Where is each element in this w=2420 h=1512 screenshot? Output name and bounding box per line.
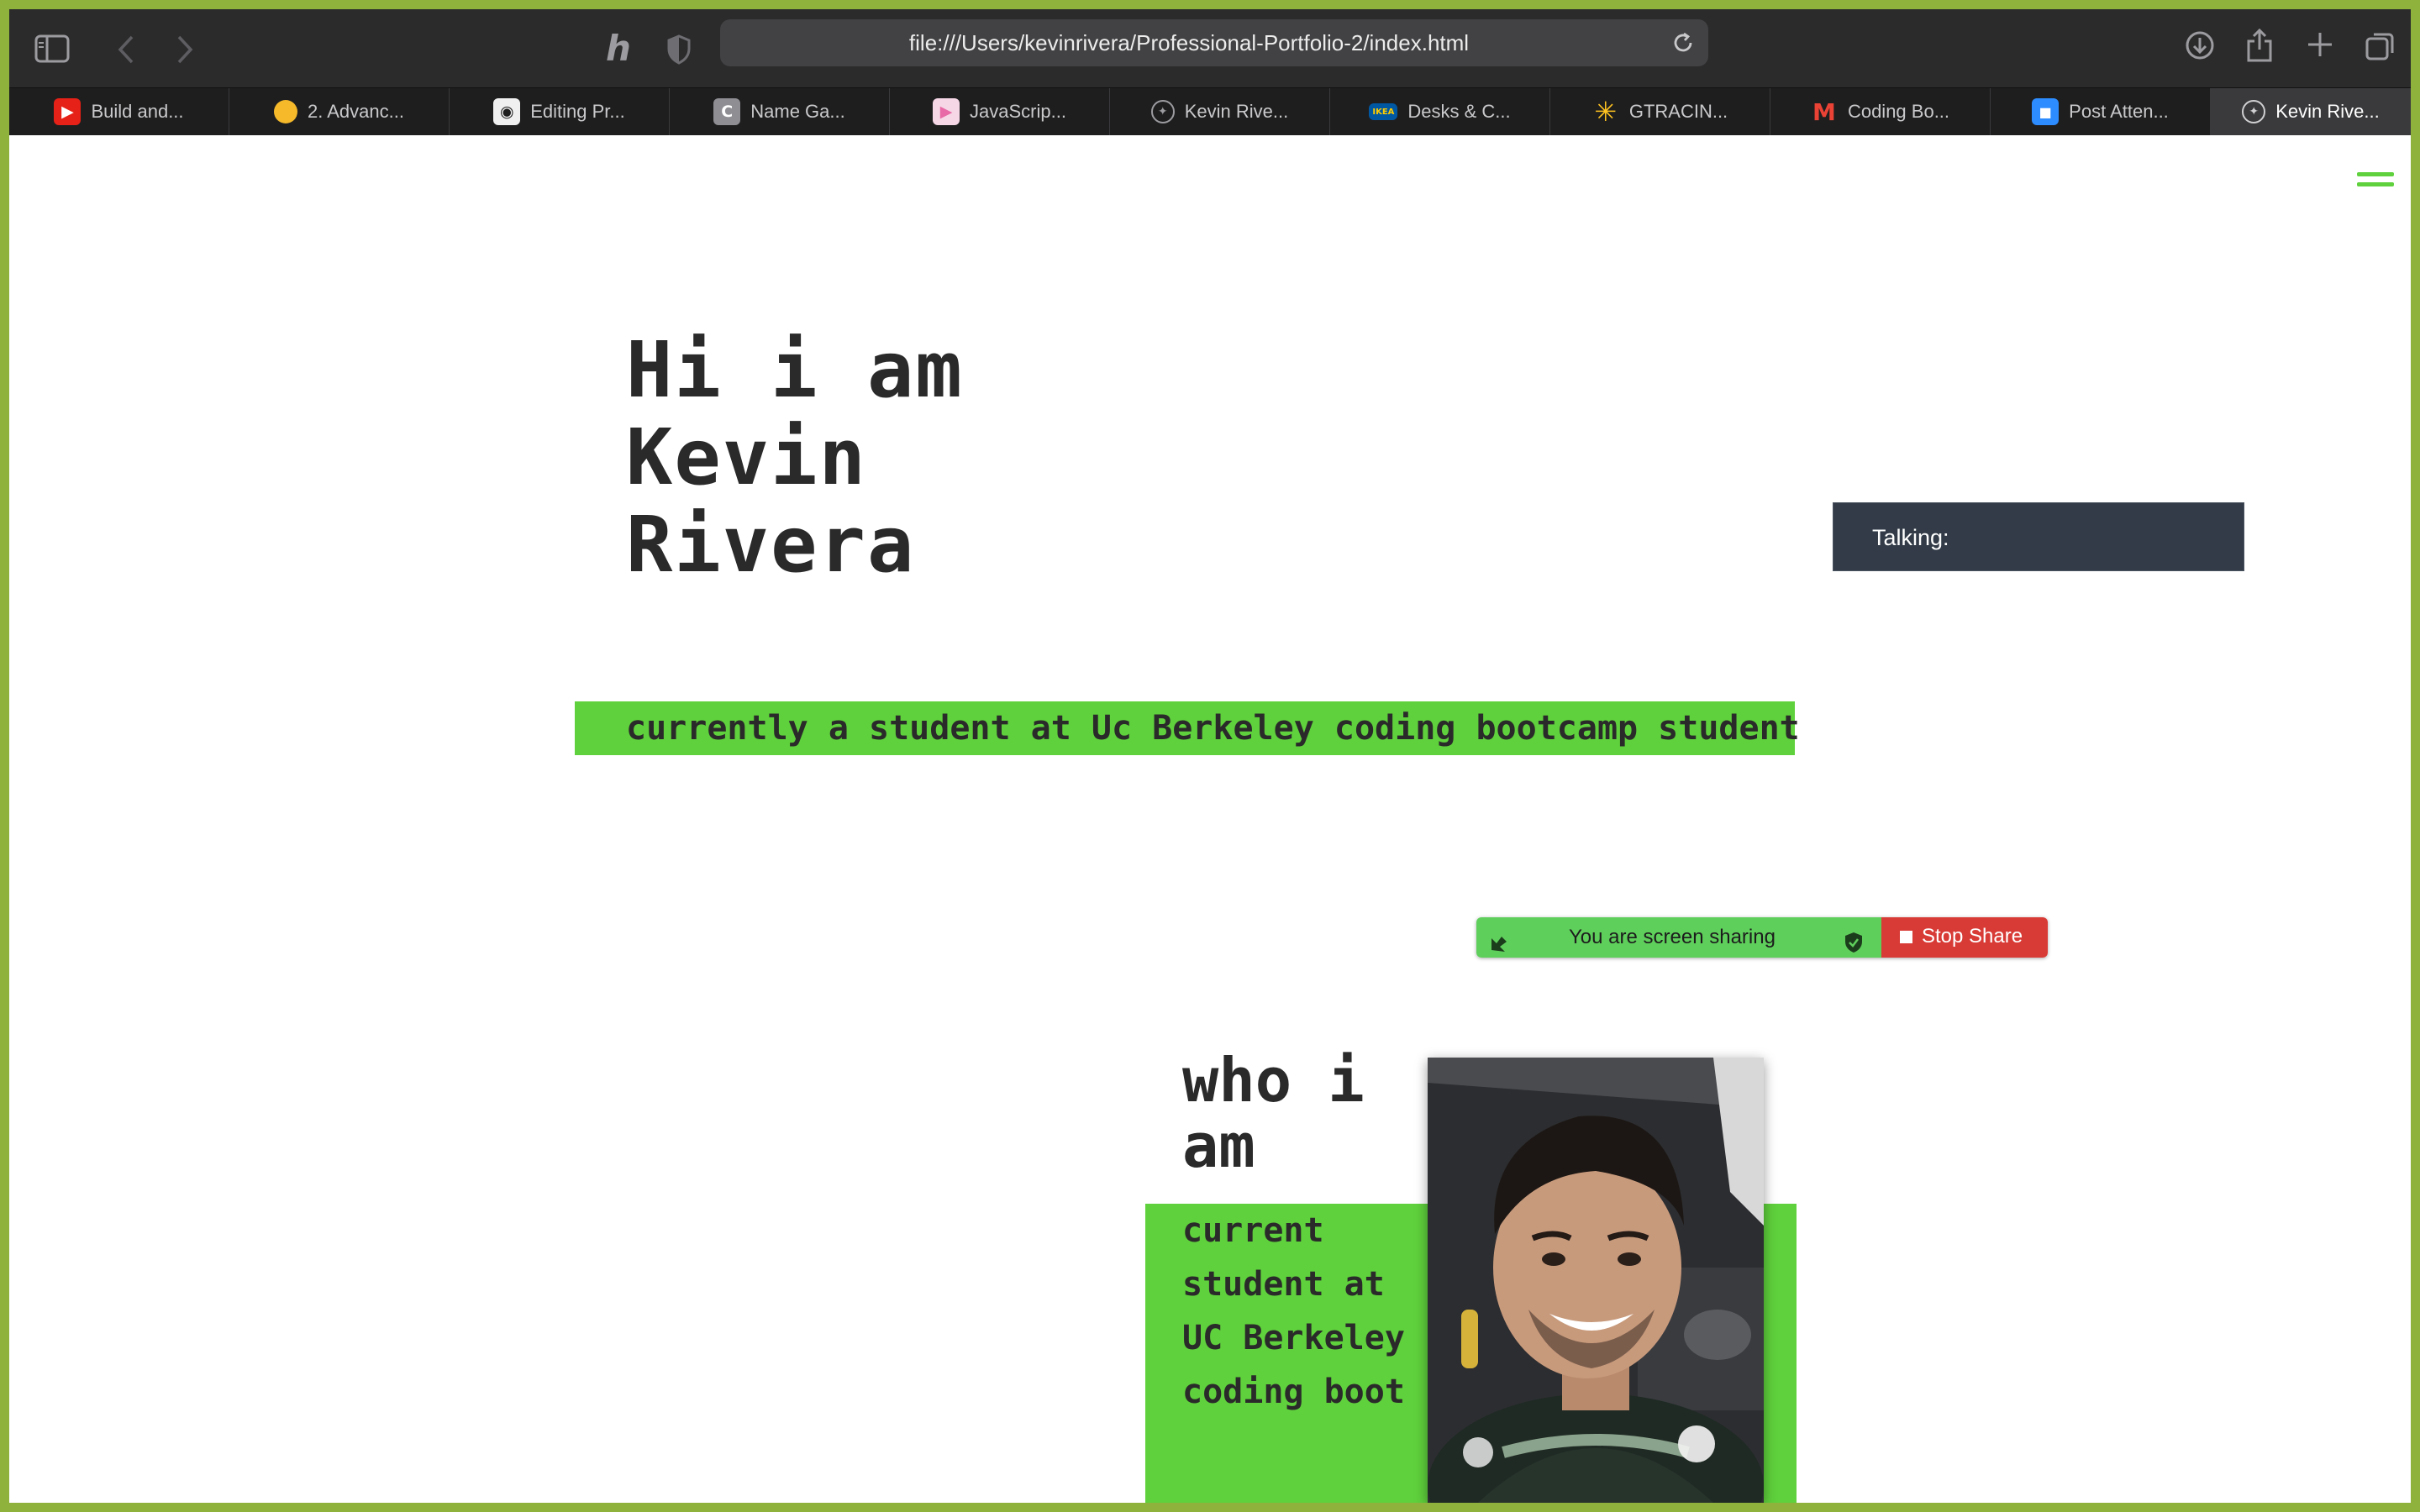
tab-label: JavaScrip... bbox=[970, 101, 1066, 122]
tab-editing[interactable]: ◉ Editing Pr... bbox=[450, 88, 670, 135]
tab-advanced[interactable]: 2. Advanc... bbox=[229, 88, 450, 135]
privacy-shield-icon[interactable] bbox=[666, 34, 692, 65]
tab-name-game[interactable]: C Name Ga... bbox=[670, 88, 890, 135]
gmail-icon: M bbox=[1812, 97, 1836, 126]
tab-gtracing[interactable]: ✳ GTRACIN... bbox=[1550, 88, 1770, 135]
browser-toolbar: h file:///Users/kevinrivera/Professional… bbox=[9, 9, 2411, 87]
tab-label: 2. Advanc... bbox=[308, 101, 404, 122]
share-icon[interactable] bbox=[2246, 28, 2273, 63]
reload-icon[interactable] bbox=[1671, 31, 1695, 59]
security-shield-icon bbox=[1844, 927, 1864, 958]
url-text[interactable]: file:///Users/kevinrivera/Professional-P… bbox=[720, 19, 1658, 66]
tab-label: Post Atten... bbox=[2069, 101, 2169, 122]
hero-title: Hi i am Kevin Rivera bbox=[626, 325, 964, 590]
screen-share-bar: You are screen sharing Stop Share bbox=[1476, 917, 2048, 958]
tab-kevin-rivera-active[interactable]: ✦ Kevin Rive... bbox=[2211, 88, 2411, 135]
ikea-icon: IKEA bbox=[1369, 103, 1398, 120]
github-icon: ◉ bbox=[493, 98, 521, 125]
course-icon bbox=[274, 100, 298, 123]
tab-label: Kevin Rive... bbox=[2275, 101, 2380, 122]
compass-icon: ✦ bbox=[1150, 100, 1175, 123]
browser-window: h file:///Users/kevinrivera/Professional… bbox=[9, 9, 2411, 1503]
tab-desks[interactable]: IKEA Desks & C... bbox=[1330, 88, 1550, 135]
tab-label: Build and... bbox=[91, 101, 184, 122]
back-icon[interactable] bbox=[117, 34, 135, 65]
stop-share-button[interactable]: Stop Share bbox=[1881, 917, 2048, 958]
new-tab-icon[interactable] bbox=[2307, 31, 2333, 58]
tab-label: Kevin Rive... bbox=[1184, 101, 1289, 122]
tab-post-attendee[interactable]: ■ Post Atten... bbox=[1991, 88, 2211, 135]
pin-arrow-icon[interactable] bbox=[1488, 927, 1510, 958]
sidebar-toggle-icon[interactable] bbox=[34, 34, 70, 63]
zoom-video-icon: ■ bbox=[2032, 98, 2060, 125]
portfolio-page: Hi i am Kevin Rivera currently a student… bbox=[9, 135, 2411, 1503]
hamburger-menu-icon[interactable] bbox=[2357, 172, 2394, 191]
about-text: current student at UC Berkeley coding bo… bbox=[1182, 1211, 1405, 1411]
compass-icon: ✦ bbox=[2242, 100, 2266, 123]
tab-label: GTRACIN... bbox=[1628, 101, 1728, 122]
walmart-spark-icon: ✳ bbox=[1594, 96, 1618, 128]
tab-coding-bootcamp[interactable]: M Coding Bo... bbox=[1770, 88, 1991, 135]
tab-kevin-rivera-1[interactable]: ✦ Kevin Rive... bbox=[1110, 88, 1330, 135]
stop-square-icon bbox=[1900, 931, 1912, 943]
profile-photo bbox=[1428, 1058, 1764, 1503]
tab-javascript[interactable]: ▶ JavaScrip... bbox=[890, 88, 1110, 135]
screen-sharing-status[interactable]: You are screen sharing bbox=[1476, 917, 1881, 958]
stop-share-label: Stop Share bbox=[1922, 925, 2023, 948]
zoom-talking-indicator: Talking: bbox=[1833, 502, 2244, 571]
honey-extension-icon[interactable]: h bbox=[606, 28, 631, 69]
hero-subtitle: currently a student at Uc Berkeley codin… bbox=[626, 709, 1800, 748]
address-bar[interactable]: file:///Users/kevinrivera/Professional-P… bbox=[720, 19, 1708, 66]
forward-icon[interactable] bbox=[176, 34, 194, 65]
tab-overview-icon[interactable] bbox=[2365, 31, 2396, 61]
tab-label: Editing Pr... bbox=[530, 101, 625, 122]
tab-build[interactable]: ▶ Build and... bbox=[9, 88, 229, 135]
play-icon: ▶ bbox=[933, 98, 960, 125]
about-title: who i am bbox=[1182, 1045, 1365, 1181]
tab-label: Desks & C... bbox=[1407, 101, 1511, 122]
tab-label: Coding Bo... bbox=[1847, 101, 1950, 122]
c-letter-icon: C bbox=[713, 98, 741, 125]
tab-label: Name Ga... bbox=[750, 101, 845, 122]
youtube-icon: ▶ bbox=[54, 98, 82, 125]
download-icon[interactable] bbox=[2184, 29, 2216, 61]
screen-sharing-text: You are screen sharing bbox=[1569, 926, 1776, 948]
tab-bar: ▶ Build and... 2. Advanc... ◉ Editing Pr… bbox=[9, 87, 2411, 135]
